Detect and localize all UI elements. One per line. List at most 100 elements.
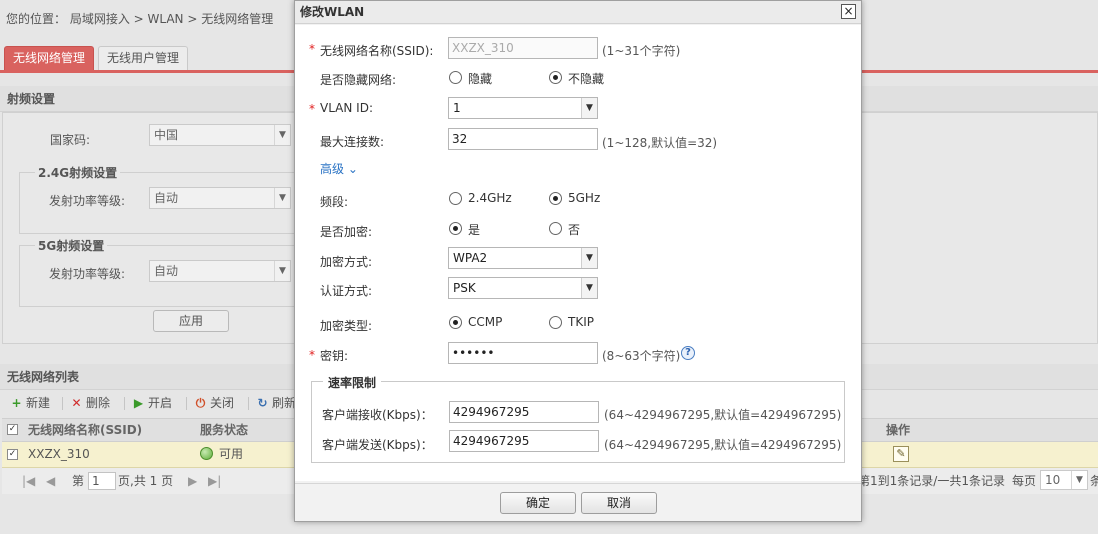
enc-type-label: 加密类型: (320, 319, 373, 333)
radio-tkip[interactable] (549, 316, 562, 329)
cancel-button[interactable]: 取消 (581, 492, 657, 514)
first-page-icon[interactable]: |◀ (22, 468, 35, 494)
prev-page-icon[interactable]: ◀ (46, 468, 55, 494)
close-icon[interactable]: × (841, 4, 856, 19)
country-select[interactable]: 中国 ▼ (149, 124, 291, 146)
page-suffix: 页,共 1 页 (118, 474, 174, 488)
breadcrumb: 您的位置： 局域网接入 > WLAN > 无线网络管理 (6, 12, 274, 26)
ssid-label: 无线网络名称(SSID): (320, 44, 434, 58)
hide-label: 是否隐藏网络: (320, 73, 397, 87)
row-checkbox[interactable]: ✓ (7, 449, 18, 460)
delete-button[interactable]: ✕ 删除 (70, 390, 110, 416)
chevron-down-icon: ▼ (274, 125, 290, 145)
required-marker: * (309, 102, 315, 116)
dialog-title: 修改WLAN (295, 1, 861, 24)
ok-button[interactable]: 确定 (500, 492, 576, 514)
power-off-icon: ⏻ (195, 396, 206, 410)
edit-icon[interactable]: ✎ (893, 446, 909, 462)
help-icon[interactable]: ? (681, 346, 695, 360)
delete-label: 删除 (86, 396, 111, 410)
select-all-checkbox[interactable]: ✓ (7, 424, 18, 435)
radio-band-24[interactable] (449, 192, 462, 205)
column-ssid[interactable]: 无线网络名称(SSID) (28, 419, 142, 441)
dialog-body: * 无线网络名称(SSID): XXZX_310 (1~31个字符) 是否隐藏网… (295, 25, 861, 481)
chevron-down-icon: ▼ (274, 188, 290, 208)
next-page-icon[interactable]: ▶ (188, 468, 197, 494)
tx-hint: (64~4294967295,默认值=4294967295) (604, 438, 842, 452)
radio-encrypt-yes-label: 是 (468, 223, 481, 237)
radio-show-label: 不隐藏 (568, 72, 605, 86)
radio-encrypt-yes[interactable] (449, 222, 462, 235)
encrypt-label: 是否加密: (320, 225, 373, 239)
rx-input[interactable]: 4294967295 (449, 401, 599, 423)
vlan-select[interactable]: 1 ▼ (448, 97, 598, 119)
required-marker: * (309, 42, 315, 56)
refresh-label: 刷新 (272, 396, 297, 410)
required-marker: * (309, 348, 315, 362)
per-page-label: 每页 (1012, 474, 1037, 488)
key-label: 密钥: (320, 349, 349, 363)
band24-power-label: 发射功率等级: (49, 194, 126, 208)
chevron-down-icon: ▼ (581, 278, 597, 298)
page-number-input[interactable]: 1 (88, 472, 116, 490)
tab-wireless-users[interactable]: 无线用户管理 (98, 46, 188, 70)
per-page-value: 10 (1045, 473, 1061, 487)
country-value: 中国 (154, 128, 179, 142)
auth-mode-select[interactable]: PSK ▼ (448, 277, 598, 299)
tx-input[interactable]: 4294967295 (449, 430, 599, 452)
enc-mode-select[interactable]: WPA2 ▼ (448, 247, 598, 269)
last-page-icon[interactable]: ▶| (208, 468, 221, 494)
enable-label: 开启 (148, 396, 173, 410)
chevron-down-icon: ▼ (581, 98, 597, 118)
enc-mode-value: WPA2 (453, 251, 488, 265)
refresh-icon: ↻ (257, 396, 268, 410)
radio-ccmp-label: CCMP (468, 315, 503, 329)
tab-wireless-network[interactable]: 无线网络管理 (4, 46, 94, 70)
advanced-toggle[interactable]: 高级 ⌄ (320, 160, 358, 177)
band5-title: 5G射频设置 (35, 237, 108, 254)
row-status: 可用 (200, 442, 243, 466)
rate-limit-title: 速率限制 (323, 374, 382, 391)
maxconn-input[interactable]: 32 (448, 128, 598, 150)
ssid-hint: (1~31个字符) (602, 44, 681, 58)
maxconn-hint: (1~128,默认值=32) (602, 136, 718, 150)
column-ops: 操作 (886, 423, 911, 437)
radio-band-24-label: 2.4GHz (468, 191, 512, 205)
radio-ccmp[interactable] (449, 316, 462, 329)
band24-power-value: 自动 (154, 191, 179, 205)
per-page-trailing: 条 (1090, 474, 1098, 488)
status-ok-icon (200, 447, 213, 460)
key-input[interactable]: •••••• (448, 342, 598, 364)
apply-button[interactable]: 应用 (153, 310, 229, 332)
disable-button[interactable]: ⏻ 关闭 (194, 390, 234, 416)
column-status[interactable]: 服务状态 (200, 419, 248, 441)
toolbar-divider (248, 397, 249, 410)
new-label: 新建 (26, 396, 51, 410)
chevron-down-icon: ▼ (581, 248, 597, 268)
band5-power-value: 自动 (154, 264, 179, 278)
radio-hide-label: 隐藏 (468, 72, 493, 86)
band24-power-select[interactable]: 自动 ▼ (149, 187, 291, 209)
enc-mode-label: 加密方式: (320, 255, 373, 269)
per-page-select[interactable]: 10 ▼ (1040, 470, 1088, 490)
ssid-input[interactable]: XXZX_310 (448, 37, 598, 59)
radio-show[interactable] (549, 71, 562, 84)
toolbar-divider (124, 397, 125, 410)
band5-power-select[interactable]: 自动 ▼ (149, 260, 291, 282)
toolbar-divider (62, 397, 63, 410)
rx-hint: (64~4294967295,默认值=4294967295) (604, 408, 842, 422)
refresh-button[interactable]: ↻ 刷新 (256, 390, 296, 416)
record-summary: 第1到1条记录/一共1条记录 (858, 474, 1005, 488)
radio-encrypt-no[interactable] (549, 222, 562, 235)
row-ssid: XXZX_310 (28, 447, 90, 461)
enable-button[interactable]: ▶ 开启 (132, 390, 172, 416)
band-label: 频段: (320, 195, 349, 209)
rx-label: 客户端接收(Kbps)： (322, 408, 433, 422)
auth-mode-value: PSK (453, 281, 476, 295)
country-label: 国家码: (50, 133, 91, 147)
radio-tkip-label: TKIP (568, 315, 594, 329)
band5-power-label: 发射功率等级: (49, 267, 126, 281)
new-button[interactable]: + 新建 (10, 390, 50, 416)
radio-band-5[interactable] (549, 192, 562, 205)
radio-hide[interactable] (449, 71, 462, 84)
